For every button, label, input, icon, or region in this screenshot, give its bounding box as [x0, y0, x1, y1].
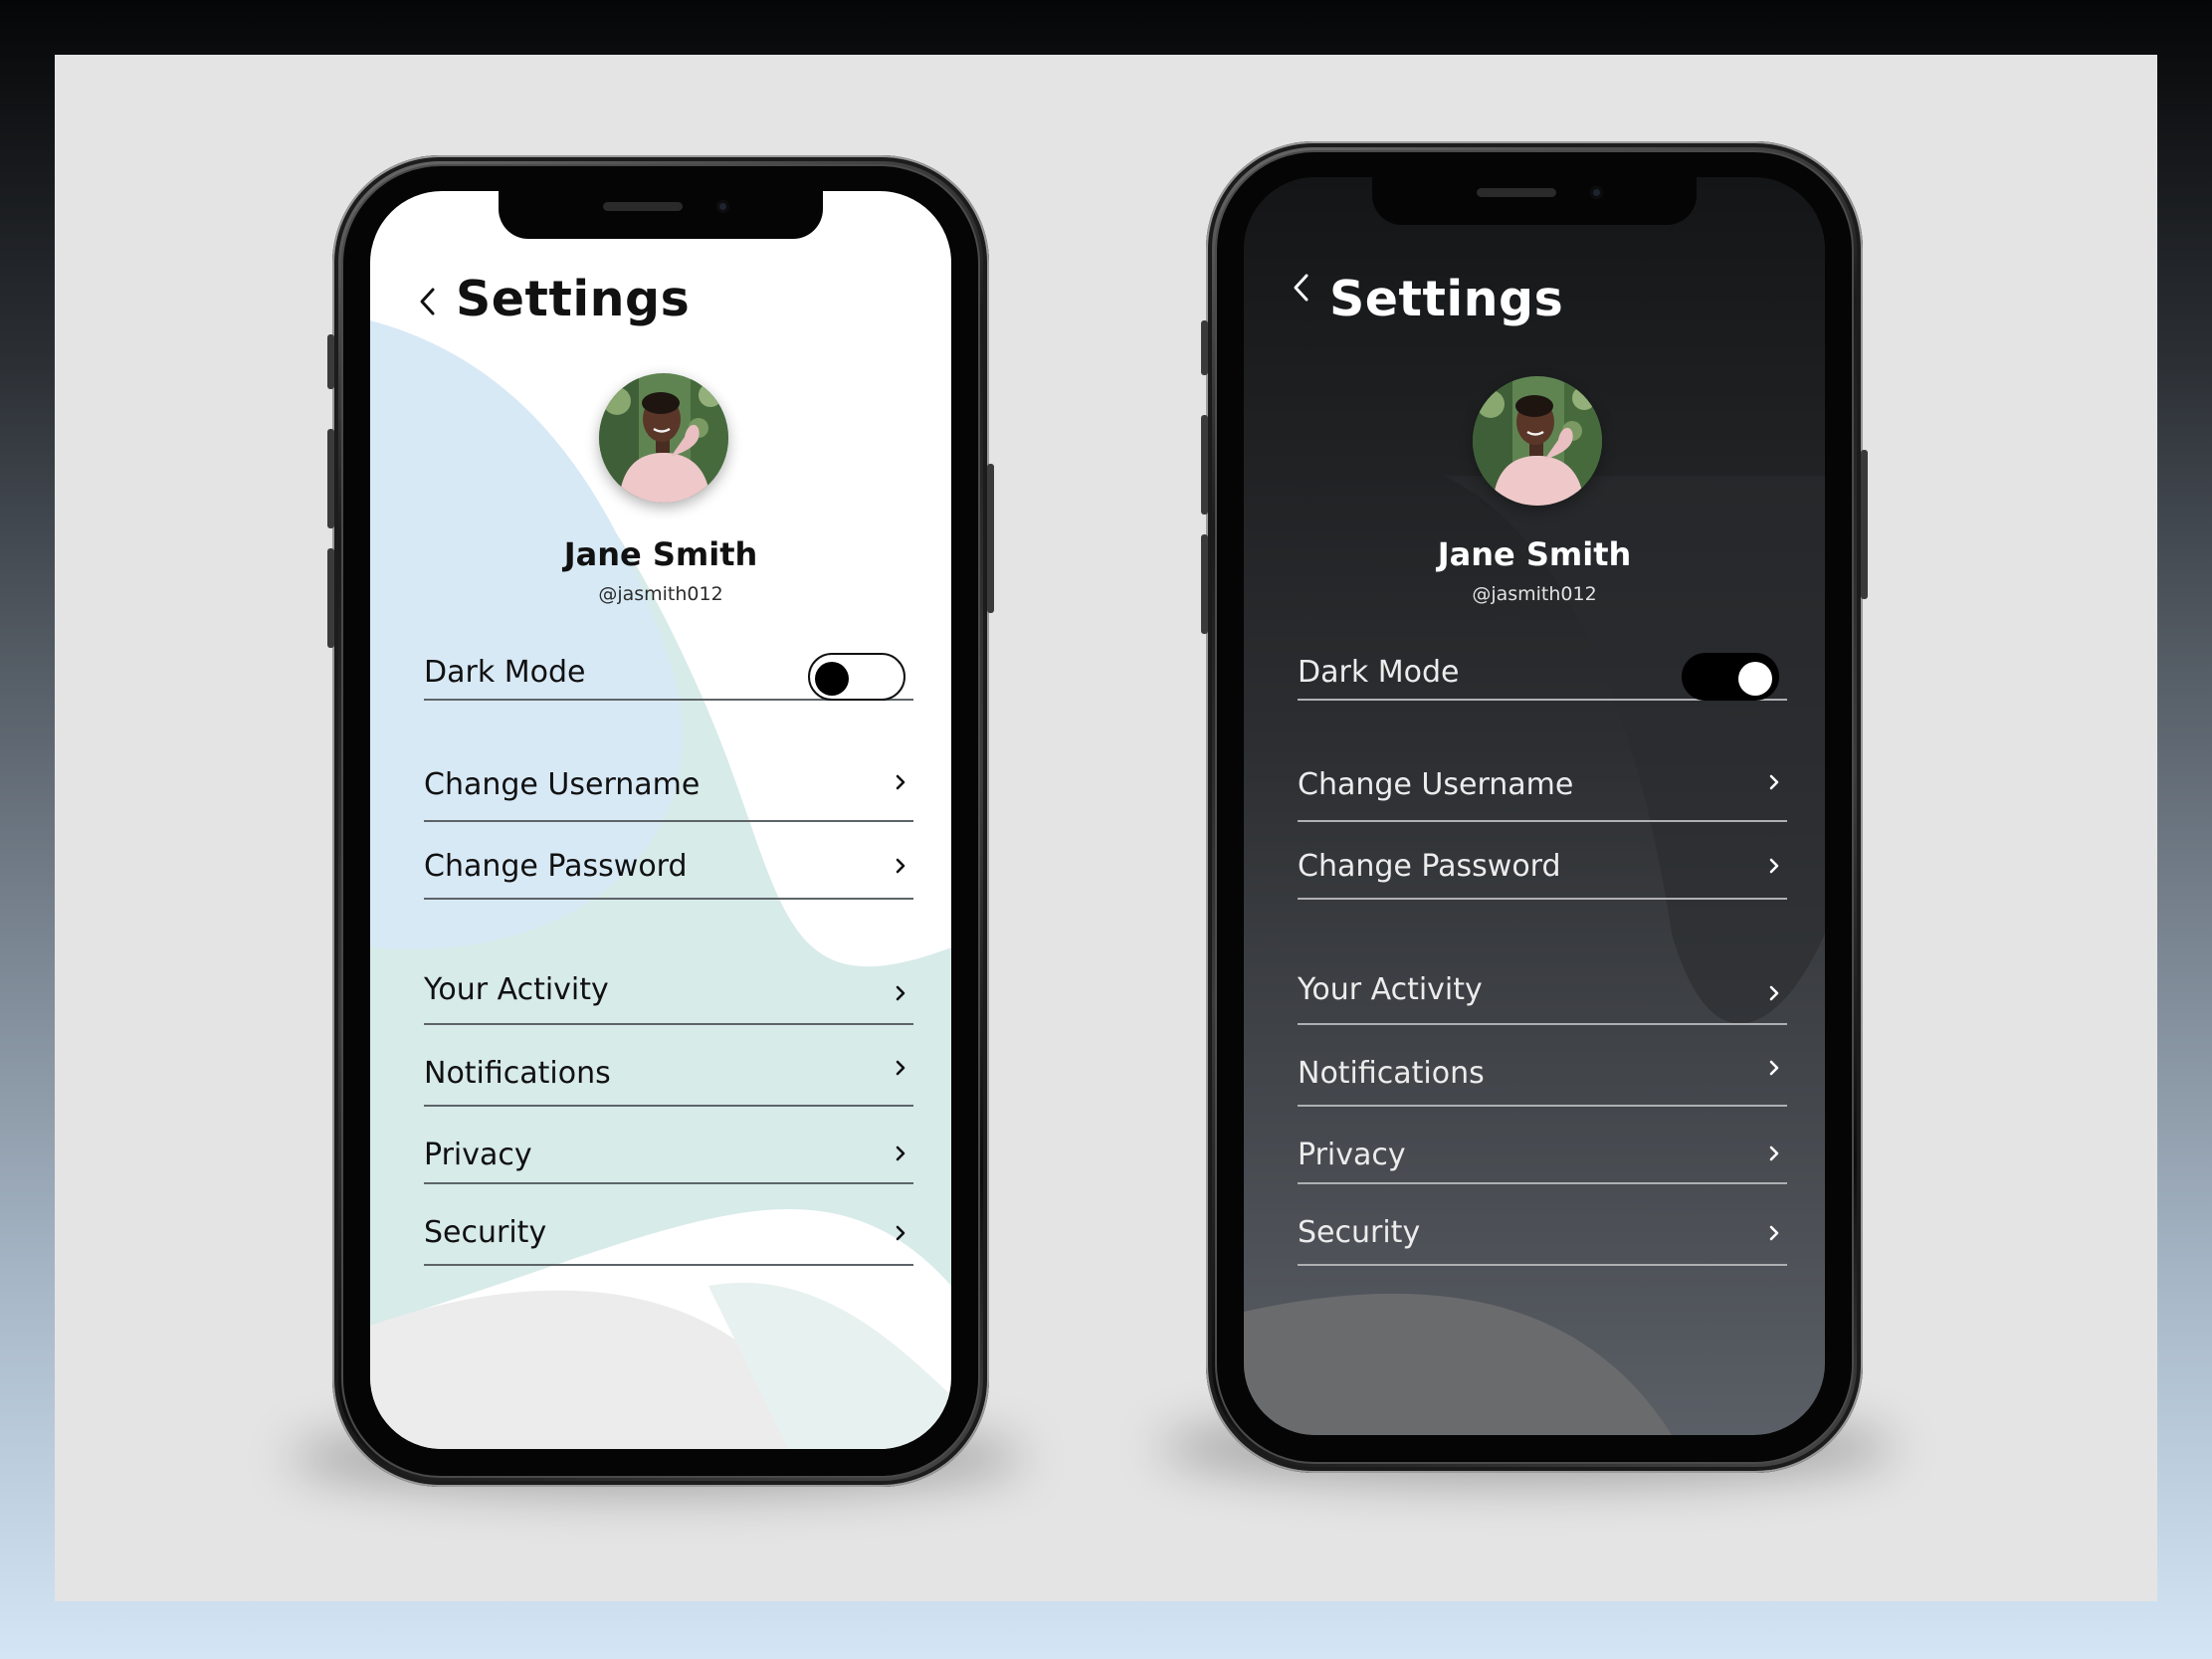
chevron-right-icon [1769, 985, 1779, 1001]
profile-name: Jane Smith [563, 535, 758, 573]
chevron-right-icon [1769, 774, 1779, 790]
profile-name: Jane Smith [1437, 535, 1632, 573]
menu-item-change-password[interactable]: Change Password [1298, 820, 1787, 900]
notch [1372, 177, 1697, 225]
chevron-right-icon [896, 1060, 905, 1076]
menu-item-label: Change Password [1298, 849, 1561, 884]
menu-item-change-password[interactable]: Change Password [424, 820, 913, 900]
avatar[interactable] [1473, 376, 1602, 506]
chevron-right-icon [1769, 1060, 1779, 1076]
menu-item-label: Privacy [1298, 1138, 1406, 1172]
chevron-right-icon [1769, 1145, 1779, 1161]
settings-content: Settings Jane Smith @jasmith012 Dark Mod… [370, 191, 951, 1449]
toggle-knob [1738, 662, 1772, 696]
menu-item-your-activity[interactable]: Your Activity [1298, 898, 1787, 1025]
dark-mode-label: Dark Mode [424, 655, 586, 690]
power-button [987, 464, 994, 613]
volume-down-button [1201, 534, 1208, 634]
menu-item-label: Change Username [424, 767, 701, 802]
menu-item-notifications[interactable]: Notifications [1298, 1023, 1787, 1107]
dark-mode-toggle[interactable] [1682, 653, 1779, 701]
back-button[interactable] [1286, 273, 1315, 303]
phone-dark: Settings Jane Smith @jasmith012 Dark Mod… [1201, 141, 1868, 1473]
volume-up-button [1201, 415, 1208, 515]
menu-item-change-username[interactable]: Change Username [1298, 699, 1787, 822]
menu-item-your-activity[interactable]: Your Activity [424, 898, 913, 1025]
menu-item-label: Your Activity [1298, 972, 1483, 1007]
toggle-knob [815, 662, 849, 696]
chevron-right-icon [896, 858, 905, 874]
menu-item-security[interactable]: Security [1298, 1182, 1787, 1266]
front-camera [1590, 186, 1603, 199]
dark-mode-row: Dark Mode [1298, 613, 1787, 701]
chevron-left-icon [1294, 274, 1308, 302]
notch [499, 191, 823, 239]
menu-item-privacy[interactable]: Privacy [424, 1105, 913, 1184]
profile-handle: @jasmith012 [598, 583, 723, 605]
dark-mode-row: Dark Mode [424, 613, 913, 701]
chevron-right-icon [896, 985, 905, 1001]
settings-screen-dark: Settings Jane Smith @jasmith012 Dark Mod… [1244, 177, 1825, 1435]
menu-item-label: Your Activity [424, 972, 609, 1007]
front-camera [716, 200, 729, 213]
chevron-right-icon [896, 774, 905, 790]
chevron-right-icon [1769, 1225, 1779, 1241]
menu-item-label: Change Username [1298, 767, 1574, 802]
settings-content: Settings Jane Smith @jasmith012 Dark Mod… [1244, 177, 1825, 1435]
menu-item-security[interactable]: Security [424, 1182, 913, 1266]
avatar[interactable] [599, 373, 728, 503]
volume-down-button [327, 548, 334, 648]
phone-light: Settings Jane Smith @jasmith012 Dark Mod… [327, 155, 994, 1487]
menu-item-label: Notifications [1298, 1056, 1485, 1091]
menu-item-label: Security [1298, 1215, 1421, 1250]
volume-up-button [327, 429, 334, 528]
settings-screen-light: Settings Jane Smith @jasmith012 Dark Mod… [370, 191, 951, 1449]
mute-switch [1201, 320, 1208, 375]
menu-item-privacy[interactable]: Privacy [1298, 1105, 1787, 1184]
speaker [1477, 188, 1556, 197]
mute-switch [327, 334, 334, 389]
page-title: Settings [1329, 271, 1564, 327]
menu-item-label: Notifications [424, 1056, 611, 1091]
menu-item-label: Privacy [424, 1138, 532, 1172]
menu-item-label: Change Password [424, 849, 688, 884]
power-button [1861, 450, 1868, 599]
profile-handle: @jasmith012 [1472, 583, 1597, 605]
menu-item-label: Security [424, 1215, 547, 1250]
menu-item-notifications[interactable]: Notifications [424, 1023, 913, 1107]
dark-mode-label: Dark Mode [1298, 655, 1460, 690]
speaker [603, 202, 683, 211]
chevron-right-icon [896, 1145, 905, 1161]
chevron-right-icon [896, 1225, 905, 1241]
chevron-left-icon [420, 288, 435, 315]
menu-item-change-username[interactable]: Change Username [424, 699, 913, 822]
back-button[interactable] [412, 287, 442, 316]
dark-mode-toggle[interactable] [808, 653, 905, 701]
chevron-right-icon [1769, 858, 1779, 874]
page-title: Settings [456, 271, 691, 327]
